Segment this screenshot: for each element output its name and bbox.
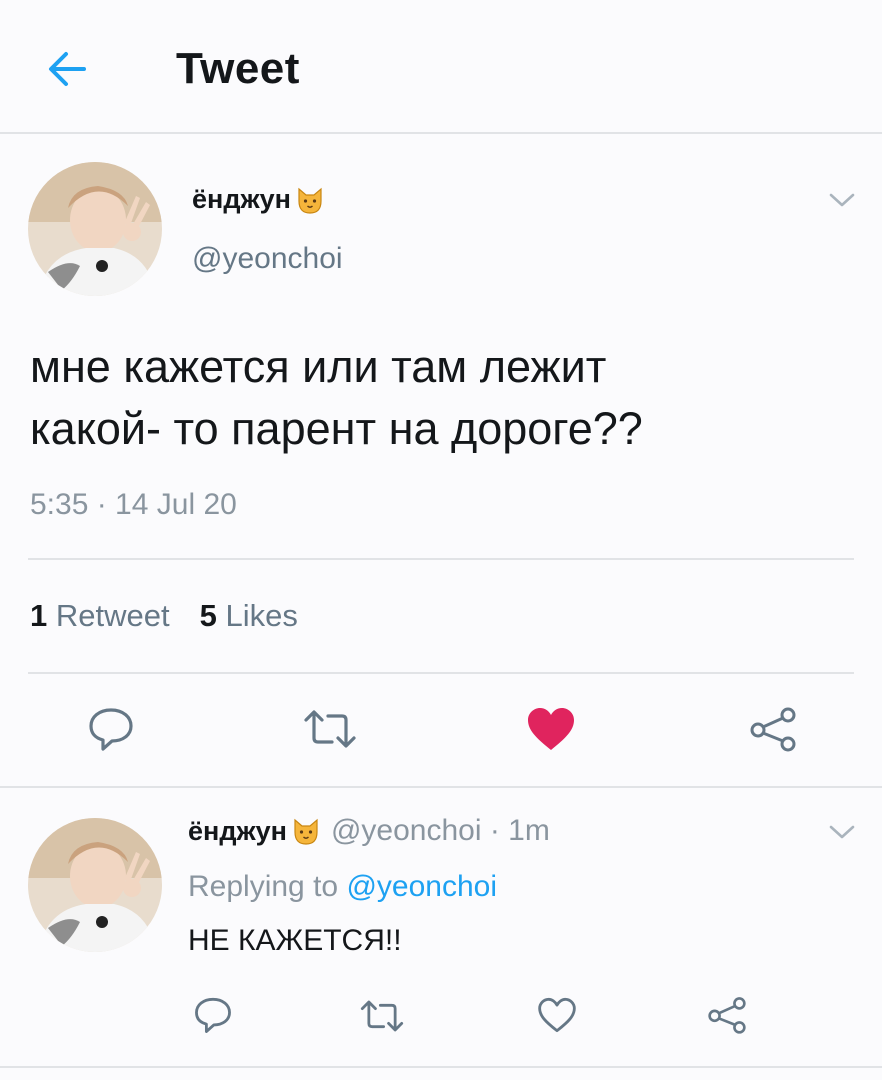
cat-face-icon (294, 818, 318, 845)
retweet-icon (304, 710, 356, 748)
reply-reply-button[interactable] (190, 994, 236, 1036)
replying-to-link[interactable]: @yeonchoi (346, 870, 497, 903)
like-count-label: Likes (225, 598, 298, 633)
reply-like-button[interactable] (534, 994, 580, 1036)
tweet-text-line: какой- то парент на дороге?? (30, 403, 643, 454)
retweet-count-value: 1 (30, 598, 48, 633)
cat-face-icon (298, 187, 322, 214)
like-count[interactable]: 5 Likes (200, 598, 298, 634)
tweet-text: мне кажется или там лежит какой- то паре… (30, 336, 850, 460)
retweet-button[interactable] (300, 706, 360, 752)
author-name[interactable]: ёнджун (192, 184, 325, 215)
divider (28, 672, 854, 674)
tweet-text-line: мне кажется или там лежит (30, 341, 607, 392)
back-button[interactable] (44, 46, 90, 92)
author-handle[interactable]: @yeonchoi (192, 242, 343, 276)
chevron-down-icon[interactable] (828, 822, 856, 842)
reply-handle-time: @yeonchoi · 1m (330, 814, 550, 847)
heart-filled-icon (528, 708, 574, 750)
avatar[interactable] (28, 162, 162, 296)
replying-to-label: Replying to (188, 870, 347, 903)
reply-avatar[interactable] (28, 818, 162, 952)
top-bar: Tweet (0, 0, 882, 134)
reply-share-button[interactable] (704, 994, 750, 1036)
like-button[interactable] (524, 704, 578, 754)
reply-text: НЕ КАЖЕТСЯ!! (188, 924, 402, 957)
retweet-count-label: Retweet (55, 598, 170, 633)
share-button[interactable] (746, 704, 800, 754)
divider (0, 1066, 882, 1068)
heart-outline-icon (538, 997, 576, 1033)
tweet-timestamp: 5:35 · 14 Jul 20 (30, 488, 237, 521)
replying-to: Replying to @yeonchoi (188, 870, 497, 904)
share-icon (750, 707, 796, 752)
comment-icon (195, 997, 231, 1033)
reply-retweet-button[interactable] (356, 996, 408, 1036)
retweet-count[interactable]: 1 Retweet (30, 598, 170, 634)
reply-header: ёнджун @yeonchoi · 1m (188, 814, 550, 848)
page-title: Tweet (176, 44, 300, 93)
reply-author-name[interactable]: ёнджун (188, 816, 287, 847)
reply-button[interactable] (84, 704, 138, 754)
share-icon (708, 997, 746, 1034)
divider (0, 786, 882, 788)
chevron-down-icon[interactable] (828, 190, 856, 210)
arrow-left-icon (49, 52, 86, 86)
comment-icon (89, 708, 133, 751)
retweet-icon (360, 1000, 404, 1032)
engagement-stats: 1 Retweet 5 Likes (30, 598, 298, 634)
like-count-value: 5 (199, 598, 217, 633)
divider (28, 558, 854, 560)
